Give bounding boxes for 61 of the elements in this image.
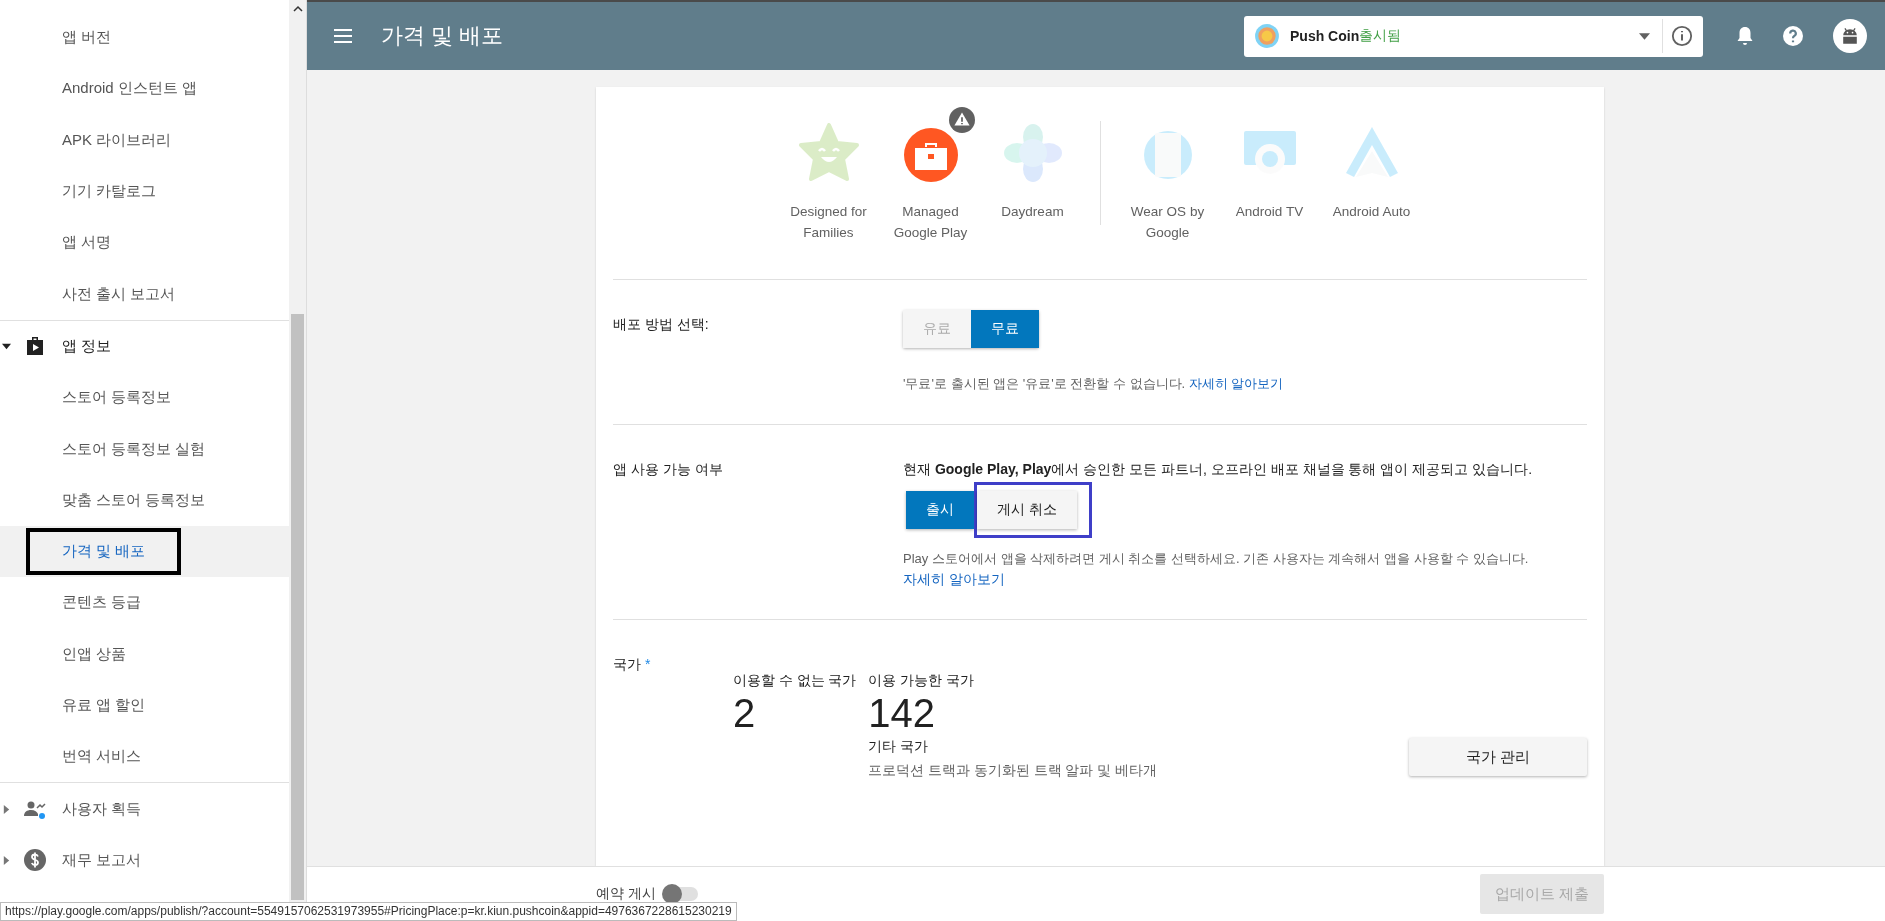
scrollbar-thumb[interactable] [291, 314, 304, 900]
avatar-icon[interactable] [1833, 19, 1867, 53]
field-label: 배포 방법 선택: [613, 315, 710, 334]
sidebar-item[interactable]: 스토어 등록정보 [0, 372, 289, 424]
availability-text: 현재 Google Play, Play에서 승인한 모든 파트너, 오프라인 배포 채널을 통해 앱이 제공되고 있습니다. [903, 461, 1534, 479]
status-url: https://play.google.com/apps/publish/?account=5549157062531973955#PricingPlace:p=kr.kiun.pushcoin&appid=4976367228615230219 [0, 902, 737, 921]
device-label: Android Auto [1332, 203, 1411, 221]
scroll-up-icon[interactable] [292, 4, 303, 14]
field-label: 앱 사용 가능 여부 [613, 460, 724, 479]
device-label: Wear OS by Google [1129, 203, 1206, 242]
scrollbar[interactable] [289, 0, 306, 902]
app-name: Push Coin [1290, 28, 1360, 44]
required-mark: * [644, 656, 651, 672]
page-title: 가격 및 배포 [381, 22, 504, 50]
other-countries-label: 기타 국가 [868, 738, 930, 756]
warning-icon [948, 107, 975, 133]
sidebar-item[interactable]: 앱 버전 [0, 12, 289, 64]
dropdown-icon [1639, 32, 1650, 40]
note-text: '무료'로 출시된 앱은 '유료'로 전환할 수 없습니다. [903, 376, 1186, 391]
other-countries-description: 프로덕션 트랙과 동기화된 트랙 알파 및 베타개 [868, 762, 1157, 780]
device-label: Android TV [1235, 203, 1304, 221]
learn-more-link[interactable]: 자세히 알아보기 [903, 571, 1005, 589]
sidebar-group[interactable]: 재무 보고서 [0, 834, 289, 887]
stat-label: 이용할 수 없는 국가 [733, 672, 857, 690]
sidebar-item[interactable]: 번역 서비스 [0, 731, 289, 783]
dollar-icon [23, 848, 47, 873]
app-selector[interactable]: Push Coin출시됨 [1244, 15, 1703, 57]
sidebar-item[interactable]: 콘텐츠 등급 [0, 577, 289, 629]
caret-icon [2, 855, 11, 865]
help-icon[interactable] [1781, 24, 1805, 48]
segment-button[interactable]: 게시 취소 [977, 491, 1077, 529]
sidebar-item[interactable]: 가격 및 배포 [0, 525, 289, 578]
segment-button[interactable]: 출시 [906, 491, 974, 529]
manage-countries-button[interactable]: 국가 관리 [1409, 738, 1587, 776]
field-label: 국가 [613, 656, 641, 672]
caret-icon [2, 341, 11, 351]
sidebar-item[interactable]: Android 인스턴트 앱 [0, 63, 289, 115]
sidebar-item[interactable]: 기기 카탈로그 [0, 165, 289, 218]
schedule-label: 예약 게시 [596, 885, 656, 903]
sidebar-item[interactable]: 유료 앱 할인 [0, 679, 289, 732]
stat-label: 이용 가능한 국가 [868, 672, 975, 690]
sidebar-item[interactable]: 스토어 등록정보 실험 [0, 423, 289, 475]
sidebar-item[interactable]: 맞춤 스토어 등록정보 [0, 474, 289, 526]
info-icon[interactable] [1671, 25, 1693, 47]
sidebar-item[interactable]: 앱 서명 [0, 217, 289, 269]
note-text: Play 스토어에서 앱을 삭제하려면 게시 취소를 선택하세요. 기존 사용자는 계속해서 앱을 사용할 수 있습니다. [903, 550, 1530, 568]
app-status: 출시됨 [1359, 27, 1402, 45]
app-logo-icon [1254, 23, 1280, 49]
sidebar-group[interactable]: 앱 정보 [0, 320, 289, 373]
device-label: Managed Google Play [892, 203, 969, 242]
caret-icon [2, 804, 11, 814]
device-label: Designed for Families [789, 203, 868, 242]
sidebar-item[interactable]: APK 라이브러리 [0, 114, 289, 166]
sidebar-item[interactable]: 사전 출시 보고서 [0, 268, 289, 320]
stat-value: 2 [733, 690, 757, 736]
segment-button[interactable]: 무료 [971, 310, 1039, 348]
sidebar-group[interactable]: 사용자 획득 [0, 783, 289, 835]
device-label: Daydream [1001, 203, 1064, 221]
sidebar-item[interactable]: 인앱 상품 [0, 628, 289, 680]
learn-more-link[interactable]: 자세히 알아보기 [1188, 376, 1284, 391]
stat-value: 142 [868, 690, 936, 736]
